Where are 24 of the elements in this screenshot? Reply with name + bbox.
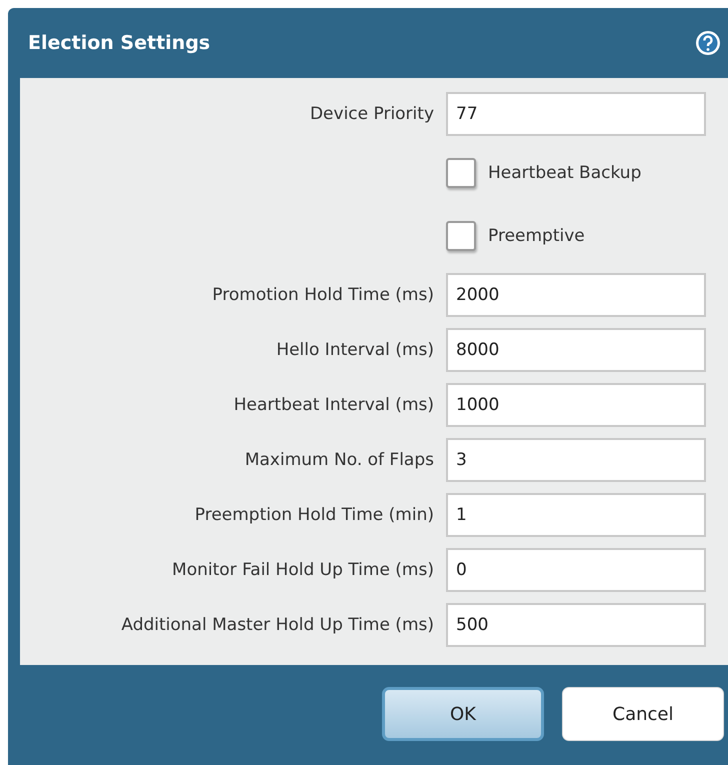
window-title: Election Settings [28, 32, 210, 54]
checkbox[interactable] [446, 221, 476, 251]
ok-button[interactable]: OK [382, 687, 544, 741]
field-label: Device Priority [310, 104, 434, 124]
field-label: Heartbeat Interval (ms) [234, 395, 434, 415]
field-label: Additional Master Hold Up Time (ms) [121, 615, 434, 635]
field-label: Promotion Hold Time (ms) [212, 285, 434, 305]
field-label: Hello Interval (ms) [276, 340, 434, 360]
input-field[interactable]: 8000 [446, 328, 706, 372]
input-field[interactable]: 500 [446, 603, 706, 647]
field-label: Monitor Fail Hold Up Time (ms) [172, 560, 434, 580]
checkbox[interactable] [446, 158, 476, 188]
cancel-button[interactable]: Cancel [562, 687, 724, 741]
input-field[interactable]: 0 [446, 548, 706, 592]
input-field[interactable]: 1 [446, 493, 706, 537]
field-label: Preemption Hold Time (min) [194, 505, 434, 525]
input-field[interactable]: 1000 [446, 383, 706, 427]
input-field[interactable]: 2000 [446, 273, 706, 317]
checkbox-label: Heartbeat Backup [488, 163, 642, 183]
input-field[interactable]: 3 [446, 438, 706, 482]
field-label: Maximum No. of Flaps [244, 450, 434, 470]
input-field[interactable]: 77 [446, 92, 706, 136]
help-icon[interactable] [694, 29, 722, 57]
checkbox-label: Preemptive [488, 226, 585, 246]
